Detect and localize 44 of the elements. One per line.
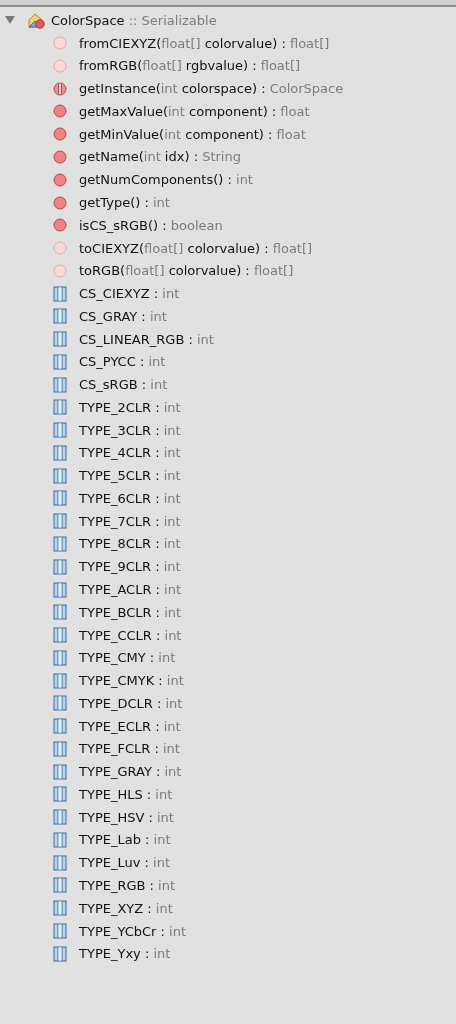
class-icon xyxy=(27,11,45,29)
member-signature[interactable]: TYPE_CMY : int xyxy=(79,650,176,666)
member-signature[interactable]: TYPE_FCLR : int xyxy=(79,741,180,757)
member-signature[interactable]: TYPE_4CLR : int xyxy=(79,445,181,461)
member-signature[interactable]: CS_GRAY : int xyxy=(79,308,167,324)
member-signature[interactable]: getInstance(int colorspace) : ColorSpace xyxy=(79,81,344,97)
member-signature[interactable]: TYPE_ECLR : int xyxy=(79,718,181,734)
member-signature[interactable]: TYPE_2CLR : int xyxy=(79,399,181,415)
member-signature[interactable]: getType() : int xyxy=(79,195,170,210)
member-signature[interactable]: TYPE_Luv : int xyxy=(79,855,170,871)
member-signature[interactable]: TYPE_CMYK : int xyxy=(79,673,184,689)
member-signature[interactable]: toCIEXYZ(float[] colorvalue) : float[] xyxy=(79,240,313,256)
member-signature[interactable]: getMaxValue(int component) : float xyxy=(79,103,310,119)
member-signature[interactable]: TYPE_YCbCr : int xyxy=(79,923,186,939)
member-signature[interactable]: CS_PYCC : int xyxy=(79,354,166,370)
member-signature[interactable]: TYPE_Yxy : int xyxy=(79,946,171,962)
member-signature[interactable]: CS_LINEAR_RGB : int xyxy=(79,331,214,347)
member-signature[interactable]: fromCIEXYZ(float[] colorvalue) : float[] xyxy=(79,35,330,51)
member-signature[interactable]: TYPE_XYZ : int xyxy=(79,900,173,916)
member-signature[interactable]: fromRGB(float[] rgbvalue) : float[] xyxy=(79,58,301,74)
class-name[interactable]: ColorSpace :: Serializable xyxy=(51,12,217,28)
member-signature[interactable]: getNumComponents() : int xyxy=(79,172,253,188)
member-signature[interactable]: getName(int idx) : String xyxy=(79,149,241,165)
member-signature[interactable]: TYPE_GRAY : int xyxy=(79,764,182,780)
member-signature[interactable]: toRGB(float[] colorvalue) : float[] xyxy=(79,263,294,279)
member-signature[interactable]: TYPE_8CLR : int xyxy=(79,536,181,552)
member-signature[interactable]: TYPE_CCLR : int xyxy=(79,627,182,643)
member-signature[interactable]: TYPE_DCLR : int xyxy=(79,695,183,711)
member-signature[interactable]: TYPE_Lab : int xyxy=(79,832,171,848)
member-signature[interactable]: TYPE_RGB : int xyxy=(79,877,176,893)
member-signature[interactable]: TYPE_BCLR : int xyxy=(79,604,182,620)
member-signature[interactable]: TYPE_ACLR : int xyxy=(79,582,182,597)
member-signature[interactable]: TYPE_HSV : int xyxy=(79,809,174,825)
member-signature[interactable]: getMinValue(int component) : float xyxy=(79,126,306,142)
member-signature[interactable]: TYPE_HLS : int xyxy=(79,786,173,802)
member-signature[interactable]: TYPE_3CLR : int xyxy=(79,422,181,438)
member-signature[interactable]: CS_CIEXYZ : int xyxy=(79,286,180,302)
member-signature[interactable]: isCS_sRGB() : boolean xyxy=(79,217,223,233)
member-signature[interactable]: TYPE_6CLR : int xyxy=(79,490,181,506)
member-signature[interactable]: CS_sRGB : int xyxy=(79,377,168,393)
member-signature[interactable]: TYPE_5CLR : int xyxy=(79,468,181,484)
member-signature[interactable]: TYPE_7CLR : int xyxy=(79,513,181,529)
collapse-arrow-icon[interactable] xyxy=(5,15,15,26)
member-signature[interactable]: TYPE_9CLR : int xyxy=(79,559,181,575)
